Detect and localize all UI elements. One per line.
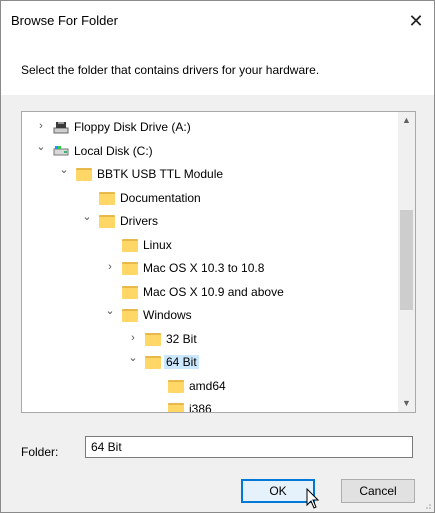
- scroll-up-icon[interactable]: ▲: [398, 112, 415, 129]
- tree-item[interactable]: Linux: [22, 234, 397, 256]
- scroll-down-icon[interactable]: ▼: [398, 395, 415, 412]
- prompt-text: Select the folder that contains drivers …: [21, 63, 320, 77]
- no-expander: [80, 190, 94, 204]
- cancel-button[interactable]: Cancel: [341, 479, 415, 503]
- hard-drive-shape: [53, 145, 69, 155]
- tree-item-label: Linux: [143, 237, 172, 252]
- folder-shape: [76, 168, 92, 181]
- tree-item-label: Floppy Disk Drive (A:): [74, 120, 191, 134]
- prompt-area: Select the folder that contains drivers …: [1, 41, 434, 95]
- tree-item[interactable]: › Mac OS X 10.3 to 10.8: [22, 257, 397, 279]
- tree-item[interactable]: ⌄ 64 Bit: [22, 351, 397, 373]
- folder-icon: [145, 331, 161, 347]
- no-expander: [103, 284, 117, 298]
- floppy-drive-icon: [53, 119, 69, 135]
- tree-item[interactable]: Mac OS X 10.9 and above: [22, 281, 397, 303]
- dialog-title: Browse For Folder: [11, 13, 118, 28]
- collapse-chevron-icon[interactable]: ⌄: [34, 140, 48, 154]
- collapse-chevron-icon[interactable]: ⌄: [57, 163, 71, 177]
- tree-item-label: Drivers: [120, 214, 158, 228]
- tree-item[interactable]: ⌄ BBTK USB TTL Module: [22, 163, 397, 185]
- folder-shape: [145, 356, 161, 369]
- folder-shape: [168, 403, 184, 412]
- collapse-chevron-icon[interactable]: ⌄: [80, 210, 94, 224]
- close-icon[interactable]: ✕: [404, 9, 428, 33]
- tree-item[interactable]: ⌄ Local Disk (C:): [22, 140, 397, 162]
- folder-icon: [168, 378, 184, 394]
- ok-button[interactable]: OK: [241, 479, 315, 503]
- folder-shape: [99, 191, 115, 205]
- folder-icon: [99, 213, 115, 229]
- folder-shape: [122, 285, 138, 299]
- folder-icon: [99, 190, 115, 206]
- folder-icon: [76, 166, 92, 182]
- tree-item-label: 32 Bit: [166, 331, 197, 346]
- folder-tree[interactable]: › Floppy Disk Drive (A:) ⌄ Local Disk (C:) ⌄…: [21, 111, 416, 413]
- mouse-cursor-icon: [306, 488, 320, 509]
- expand-chevron-icon[interactable]: ›: [34, 119, 48, 133]
- folder-shape: [122, 309, 138, 322]
- tree-item[interactable]: ⌄ Windows: [22, 304, 397, 326]
- no-expander: [103, 237, 117, 251]
- folder-shape: [122, 238, 138, 252]
- folder-input[interactable]: [85, 436, 413, 458]
- folder-icon: [122, 284, 138, 300]
- folder-icon: [145, 354, 161, 370]
- folder-shape: [99, 215, 115, 228]
- tree-item[interactable]: ⌄ Drivers: [22, 210, 397, 232]
- folder-field-label: Folder:: [21, 445, 59, 459]
- folder-icon: [122, 260, 138, 276]
- tree-item[interactable]: amd64: [22, 375, 397, 397]
- title-bar: Browse For Folder ✕: [1, 1, 434, 41]
- folder-shape: [168, 379, 184, 393]
- tree-item-label: i386: [189, 402, 212, 413]
- no-expander: [149, 378, 163, 392]
- collapse-chevron-icon[interactable]: ⌄: [126, 351, 140, 365]
- tree-item[interactable]: › Floppy Disk Drive (A:): [22, 116, 397, 138]
- expand-chevron-icon[interactable]: ›: [126, 331, 140, 345]
- expand-chevron-icon[interactable]: ›: [103, 260, 117, 274]
- vertical-scrollbar[interactable]: ▲ ▼: [398, 112, 415, 412]
- folder-shape: [145, 332, 161, 346]
- tree-item-label: Mac OS X 10.3 to 10.8: [143, 261, 265, 275]
- tree-item[interactable]: Documentation: [22, 187, 397, 209]
- tree-item-label: 64 Bit: [164, 355, 199, 369]
- tree-item-label: Local Disk (C:): [74, 143, 153, 158]
- resize-grip-icon[interactable]: [422, 500, 432, 510]
- scroll-thumb[interactable]: [400, 210, 413, 310]
- tree-item-label: BBTK USB TTL Module: [97, 167, 224, 181]
- floppy-drive-shape: [53, 122, 69, 134]
- hard-drive-icon: [53, 143, 69, 159]
- no-expander: [149, 401, 163, 412]
- tree-item-label: Windows: [143, 308, 192, 322]
- folder-shape: [122, 262, 138, 275]
- tree-item-label: amd64: [189, 378, 226, 393]
- folder-icon: [122, 307, 138, 323]
- folder-icon: [122, 237, 138, 253]
- tree-item-label: Documentation: [120, 190, 201, 205]
- browse-folder-dialog: Browse For Folder ✕ Select the folder th…: [0, 0, 435, 513]
- tree-item[interactable]: i386: [22, 398, 397, 413]
- folder-icon: [168, 401, 184, 412]
- tree-item[interactable]: › 32 Bit: [22, 328, 397, 350]
- tree-item-label: Mac OS X 10.9 and above: [143, 284, 284, 299]
- collapse-chevron-icon[interactable]: ⌄: [103, 304, 117, 318]
